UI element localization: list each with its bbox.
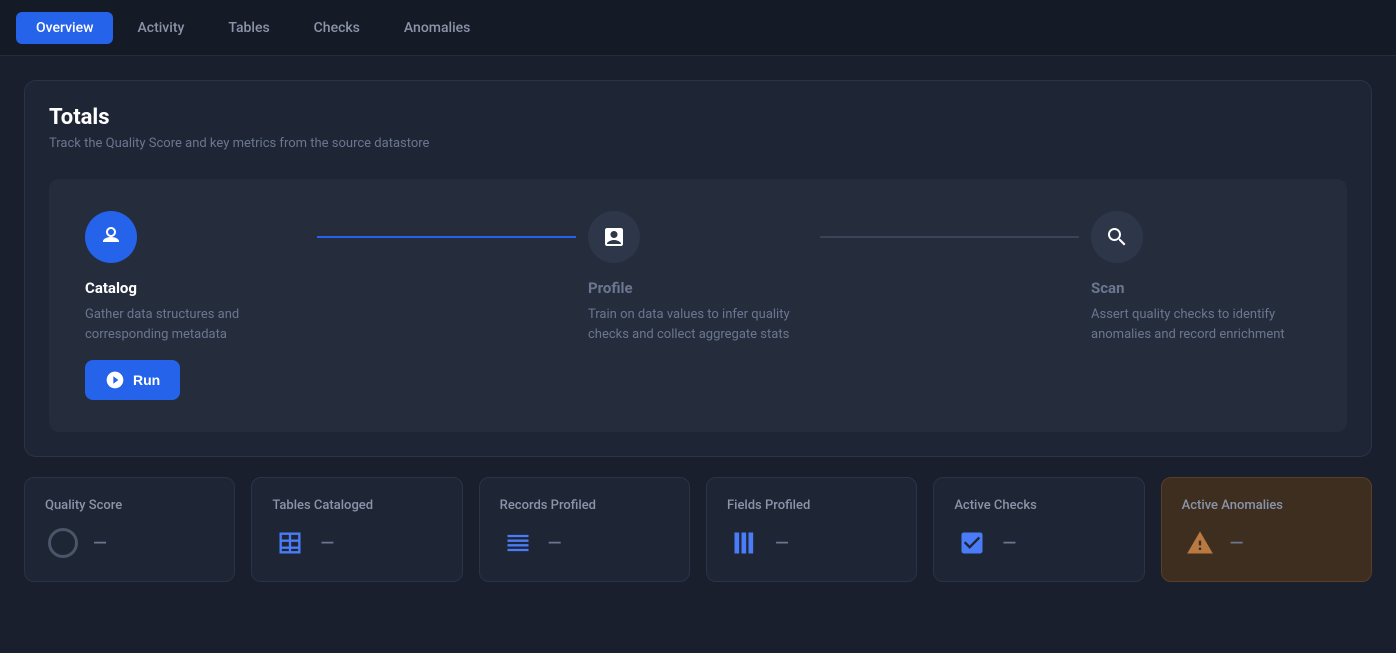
quality-score-label: Quality Score	[45, 498, 214, 513]
catalog-label: Catalog	[85, 279, 305, 297]
pipeline-container: Catalog Gather data structures and corre…	[49, 179, 1347, 432]
quality-score-value-row: —	[45, 525, 214, 561]
quality-score-icon	[45, 525, 81, 561]
metrics-row: Quality Score — Tables Cataloged —	[24, 477, 1372, 582]
totals-title: Totals	[49, 105, 1347, 130]
records-profiled-value-row: —	[500, 525, 669, 561]
active-checks-icon	[954, 525, 990, 561]
active-anomalies-label: Active Anomalies	[1182, 498, 1351, 513]
tab-tables[interactable]: Tables	[208, 12, 289, 44]
connector-2	[820, 236, 1079, 238]
fields-profiled-label: Fields Profiled	[727, 498, 896, 513]
metric-quality-score: Quality Score —	[24, 477, 235, 582]
step-catalog-top	[85, 211, 305, 263]
tables-cataloged-value-row: —	[272, 525, 441, 561]
metric-tables-cataloged: Tables Cataloged —	[251, 477, 462, 582]
step-profile-top	[588, 211, 808, 263]
step-scan: Scan Assert quality checks to identify a…	[1091, 211, 1311, 344]
run-button[interactable]: Run	[85, 360, 180, 400]
steps-row: Catalog Gather data structures and corre…	[85, 211, 1311, 400]
tab-anomalies[interactable]: Anomalies	[384, 12, 490, 44]
step-profile: Profile Train on data values to infer qu…	[588, 211, 808, 344]
profile-desc: Train on data values to infer quality ch…	[588, 305, 808, 344]
tables-cataloged-label: Tables Cataloged	[272, 498, 441, 513]
fields-profiled-value-row: —	[727, 525, 896, 561]
totals-card: Totals Track the Quality Score and key m…	[24, 80, 1372, 457]
profile-icon	[588, 211, 640, 263]
scan-icon	[1091, 211, 1143, 263]
catalog-icon	[85, 211, 137, 263]
step-scan-top	[1091, 211, 1311, 263]
profile-label: Profile	[588, 279, 808, 297]
scan-label: Scan	[1091, 279, 1311, 297]
metric-fields-profiled: Fields Profiled —	[706, 477, 917, 582]
quality-score-value: —	[93, 533, 107, 554]
metric-records-profiled: Records Profiled —	[479, 477, 690, 582]
metric-active-anomalies: Active Anomalies —	[1161, 477, 1372, 582]
scan-desc: Assert quality checks to identify anomal…	[1091, 305, 1311, 344]
catalog-desc: Gather data structures and corresponding…	[85, 305, 305, 344]
tab-activity[interactable]: Activity	[117, 12, 204, 44]
fields-profiled-value: —	[775, 533, 789, 554]
totals-subtitle: Track the Quality Score and key metrics …	[49, 136, 1347, 151]
active-anomalies-value-row: —	[1182, 525, 1351, 561]
active-anomalies-icon	[1182, 525, 1218, 561]
metric-active-checks: Active Checks —	[933, 477, 1144, 582]
tab-overview[interactable]: Overview	[16, 12, 113, 44]
records-profiled-value: —	[548, 533, 562, 554]
records-profiled-label: Records Profiled	[500, 498, 669, 513]
active-anomalies-value: —	[1230, 533, 1244, 554]
tables-cataloged-icon	[272, 525, 308, 561]
fields-profiled-icon	[727, 525, 763, 561]
play-icon	[105, 370, 125, 390]
active-checks-value: —	[1002, 533, 1016, 554]
run-button-label: Run	[133, 372, 160, 388]
connector-1	[317, 236, 576, 238]
records-profiled-icon	[500, 525, 536, 561]
main-content: Totals Track the Quality Score and key m…	[0, 56, 1396, 606]
active-checks-value-row: —	[954, 525, 1123, 561]
tables-cataloged-value: —	[320, 533, 334, 554]
active-checks-label: Active Checks	[954, 498, 1123, 513]
tab-checks[interactable]: Checks	[294, 12, 380, 44]
top-nav: Overview Activity Tables Checks Anomalie…	[0, 0, 1396, 56]
step-catalog: Catalog Gather data structures and corre…	[85, 211, 305, 400]
